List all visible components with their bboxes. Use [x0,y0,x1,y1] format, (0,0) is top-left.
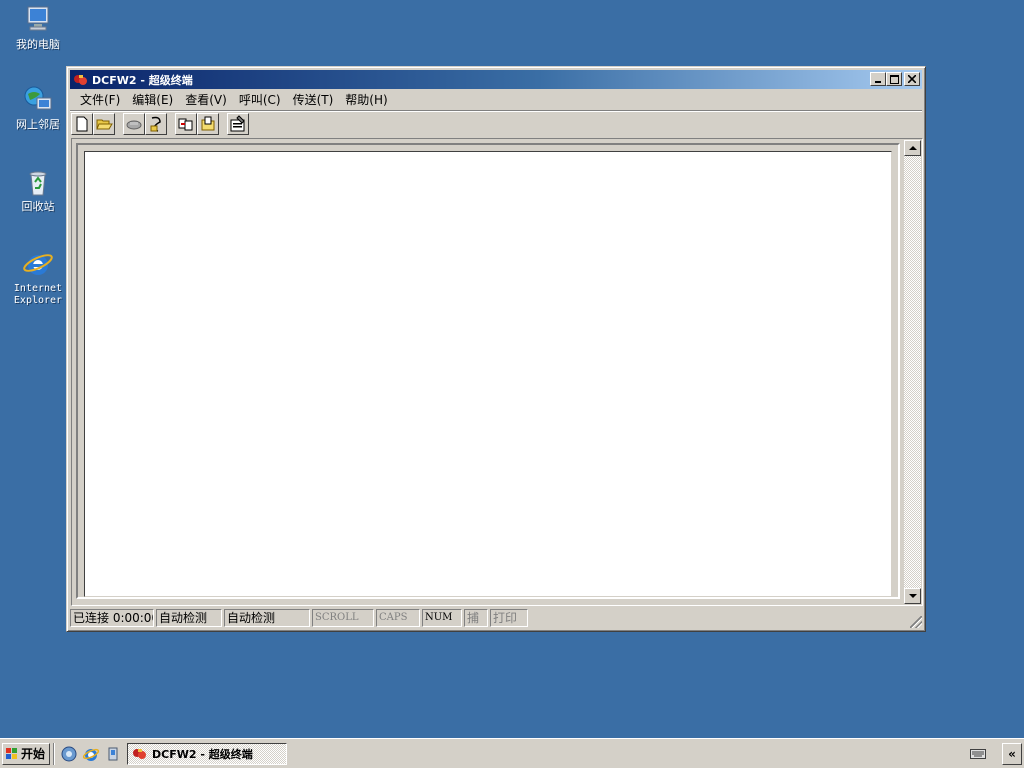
status-capture: 捕 [464,609,488,627]
computer-icon [22,4,54,36]
disconnect-icon [126,120,142,129]
system-tray [958,742,998,766]
maximize-icon [889,74,899,84]
status-num: NUM [422,609,462,627]
menu-bar: 文件(F) 编辑(E) 查看(V) 呼叫(C) 传送(T) 帮助(H) [70,90,922,108]
desktop-icon-network[interactable]: 网上邻居 [2,84,74,131]
close-icon [908,75,916,83]
toolbar [70,110,922,136]
receive-button[interactable] [197,112,219,135]
ie-icon [22,248,54,280]
hyperterminal-icon [132,747,148,761]
desktop-icon-internet-explorer[interactable]: Internet Explorer [2,248,74,307]
menu-edit[interactable]: 编辑(E) [126,91,179,108]
call-icon [150,116,161,132]
hyperterminal-window: DCFW2 - 超级终端 文件(F) 编辑(E) 查看(V) 呼叫(C) 传送(… [66,66,926,632]
status-scroll: SCROLL [312,609,374,627]
quicklaunch-explorer-icon[interactable] [104,745,122,763]
status-caps: CAPS [376,609,420,627]
recycle-bin-icon [22,166,54,198]
start-label: 开始 [21,747,46,761]
menu-file[interactable]: 文件(F) [74,91,126,108]
menu-call[interactable]: 呼叫(C) [233,91,287,108]
open-button[interactable] [93,112,115,135]
desktop-icon-label: 网上邻居 [16,118,60,131]
start-button[interactable]: 开始 [2,742,50,765]
terminal-frame [76,143,900,599]
desktop-icon-recycle-bin[interactable]: 回收站 [2,166,74,213]
receive-icon [201,116,215,130]
desktop-icon-label: Internet Explorer [13,283,63,306]
arrow-down-icon [908,594,917,598]
menu-view[interactable]: 查看(V) [179,91,233,108]
maximize-button[interactable] [886,72,902,86]
desktop-icon-label: 我的电脑 [16,38,60,51]
scroll-up-button[interactable] [904,140,921,156]
title-bar[interactable]: DCFW2 - 超级终端 [70,70,922,89]
keyboard-icon[interactable] [970,747,986,762]
properties-button[interactable] [227,112,249,135]
call-button[interactable] [145,112,167,135]
tray-expand-button[interactable]: « [1002,743,1022,765]
status-detect-2: 自动检测 [224,609,310,627]
new-button[interactable] [71,112,93,135]
minimize-button[interactable] [870,72,886,86]
minimize-icon [875,81,881,83]
windows-logo-icon [5,747,19,761]
desktop-icon-my-computer[interactable]: 我的电脑 [2,4,74,51]
new-icon [76,116,88,131]
terminal-area [71,138,923,606]
status-detect-1: 自动检测 [156,609,222,627]
network-icon [22,84,54,116]
close-button[interactable] [904,72,920,86]
arrow-up-icon [908,146,917,150]
menu-help[interactable]: 帮助(H) [339,91,393,108]
status-connected: 已连接 0:00:00 [70,609,154,627]
taskbar-item-hyperterminal[interactable]: DCFW2 - 超级终端 [127,742,287,765]
window-title: DCFW2 - 超级终端 [92,73,193,87]
vertical-scrollbar[interactable] [904,140,921,604]
send-button[interactable] [175,112,197,135]
desktop-icon-label: 回收站 [21,200,55,213]
hyperterminal-icon [73,73,89,87]
scroll-down-button[interactable] [904,588,921,604]
open-icon [96,119,113,129]
status-print: 打印 [490,609,528,627]
quicklaunch-ie-icon[interactable] [82,745,100,763]
resize-grip[interactable] [910,616,922,628]
disconnect-button[interactable] [123,112,145,135]
chevron-left-icon: « [1008,747,1016,761]
taskbar-item-label: DCFW2 - 超级终端 [152,747,253,761]
taskbar: 开始 DCFW2 - 超级终端 « [0,738,1024,768]
quicklaunch-desktop-icon[interactable] [60,745,78,763]
menu-transfer[interactable]: 传送(T) [287,91,340,108]
properties-icon [230,114,245,131]
send-icon [178,118,193,130]
terminal-screen[interactable] [84,151,892,597]
status-bar: 已连接 0:00:00 自动检测 自动检测 SCROLL CAPS NUM 捕 … [70,608,922,628]
taskbar-separator [53,742,55,765]
